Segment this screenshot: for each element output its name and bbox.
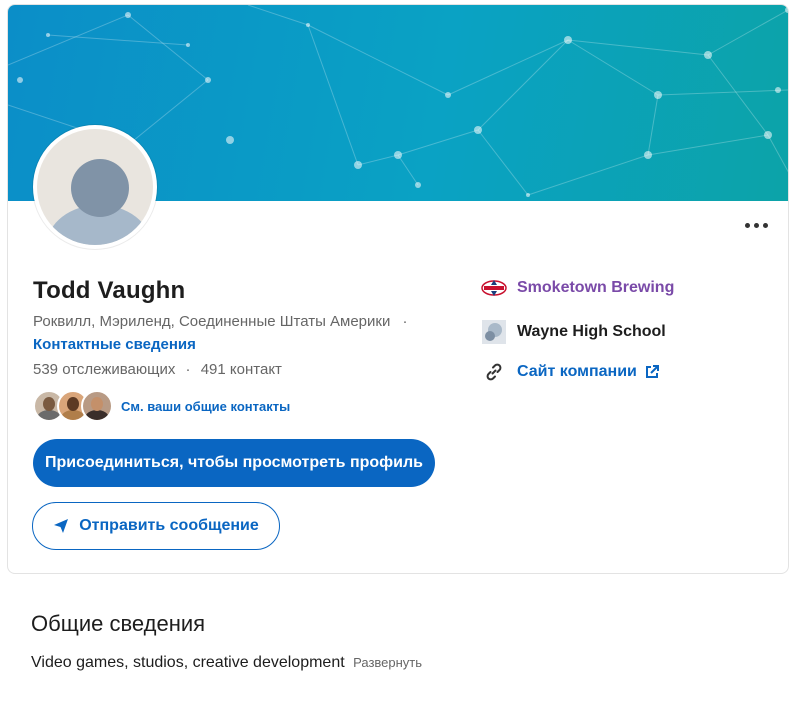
stats-separator: · (185, 361, 191, 378)
connections-count: 491 контакт (200, 361, 282, 378)
join-to-view-profile-button[interactable]: Присоединиться, чтобы просмотреть профил… (33, 439, 435, 487)
mutual-avatars (33, 390, 113, 422)
profile-location: Роквилл, Мэриленд, Соединенные Штаты Аме… (33, 313, 408, 330)
company-website[interactable]: Сайт компании (481, 359, 659, 385)
mutual-connections[interactable]: См. ваши общие контакты (33, 390, 290, 422)
send-message-label: Отправить сообщение (79, 517, 259, 534)
profile-card: Todd Vaughn Роквилл, Мэриленд, Соединенн… (7, 4, 789, 574)
mutual-connections-link[interactable]: См. ваши общие контакты (121, 399, 290, 414)
send-icon (54, 519, 69, 533)
avatar-placeholder (37, 129, 153, 245)
more-options-button[interactable] (736, 213, 776, 237)
followers-count: 539 отслеживающих (33, 361, 176, 378)
education-school[interactable]: Wayne High School (481, 319, 666, 345)
location-text: Роквилл, Мэриленд, Соединенные Штаты Аме… (33, 313, 391, 330)
about-section-title: Общие сведения (31, 611, 206, 636)
external-link-icon (645, 365, 659, 378)
profile-stats: 539 отслеживающих · 491 контакт (33, 361, 282, 378)
more-horizontal-icon (744, 222, 750, 228)
send-message-button[interactable]: Отправить сообщение (32, 502, 280, 550)
contact-info-link[interactable]: Контактные сведения (33, 336, 196, 353)
link-icon (481, 359, 507, 385)
school-name: Wayne High School (517, 323, 666, 340)
location-separator: · (402, 313, 408, 330)
profile-avatar (33, 125, 157, 249)
company-name[interactable]: Smoketown Brewing (517, 279, 674, 297)
company-logo (481, 275, 507, 301)
mutual-avatar (81, 390, 113, 422)
profile-name: Todd Vaughn (33, 277, 186, 304)
company-website-link[interactable]: Сайт компании (517, 363, 637, 381)
about-summary: Video games, studios, creative developme… (31, 654, 345, 671)
school-logo (481, 319, 507, 345)
about-expand-link[interactable]: Развернуть (353, 655, 422, 670)
about-section-text: Video games, studios, creative developme… (31, 654, 422, 672)
current-company[interactable]: Smoketown Brewing (481, 275, 674, 301)
